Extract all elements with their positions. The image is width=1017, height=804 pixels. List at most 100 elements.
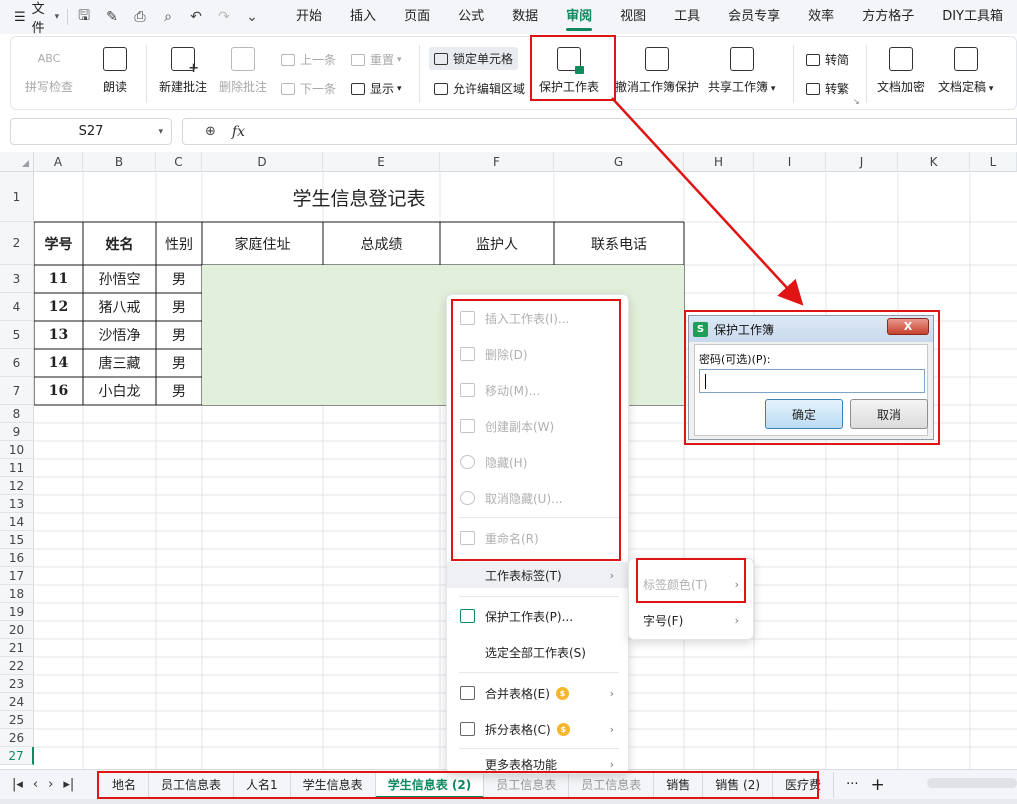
read-aloud-button[interactable]: 朗读 <box>103 47 127 95</box>
sheet-tab[interactable]: 医疗费 <box>773 771 835 798</box>
tab-data[interactable]: 数据 <box>498 0 552 34</box>
student-name-cell[interactable]: 小白龙 <box>83 377 156 405</box>
row-header[interactable]: 9 <box>0 423 34 441</box>
row-header[interactable]: 1 <box>0 172 34 222</box>
first-sheet-icon[interactable]: |◂ <box>12 777 23 792</box>
spell-check-button[interactable]: ABC 拼写检查 <box>25 47 73 95</box>
formula-bar[interactable]: ⊕ fx <box>182 118 1017 145</box>
empty-input-cell[interactable] <box>554 265 684 293</box>
empty-input-cell[interactable] <box>323 377 440 405</box>
tab-ffgz[interactable]: 方方格子 <box>848 0 928 34</box>
redo-icon[interactable]: ↷ <box>216 9 232 25</box>
table-header-cell[interactable]: 性别 <box>156 222 202 265</box>
student-name-cell[interactable]: 唐三藏 <box>83 349 156 377</box>
allow-edit-range-button[interactable]: 允许编辑区域 <box>434 80 525 97</box>
empty-input-cell[interactable] <box>323 321 440 349</box>
to-simplified-button[interactable]: 转简 <box>806 51 849 68</box>
last-sheet-icon[interactable]: ▸| <box>63 777 74 792</box>
menu-item-merge-tables[interactable]: 合并表格(E) $ › <box>447 680 630 706</box>
doc-encrypt-button[interactable]: 文档加密 <box>877 47 925 95</box>
empty-input-cell[interactable] <box>202 321 323 349</box>
student-id-cell[interactable]: 16 <box>34 377 83 405</box>
student-name-cell[interactable]: 猪八戒 <box>83 293 156 321</box>
empty-input-cell[interactable] <box>202 349 323 377</box>
show-comments-button[interactable]: 显示 ▾ <box>351 80 402 97</box>
menu-item-rename[interactable]: 重命名(R) <box>447 525 630 551</box>
row-header[interactable]: 18 <box>0 585 34 603</box>
sheet-tab[interactable]: 销售 <box>654 771 704 798</box>
protect-sheet-button[interactable]: 保护工作表 <box>539 47 599 95</box>
customize-toolbar-chevron-icon[interactable]: ⌄ <box>244 9 260 25</box>
student-gender-cell[interactable]: 男 <box>156 377 202 405</box>
column-header[interactable]: H <box>684 152 754 172</box>
empty-input-cell[interactable] <box>323 265 440 293</box>
ok-button[interactable]: 确定 <box>765 399 843 429</box>
student-id-cell[interactable]: 11 <box>34 265 83 293</box>
menu-item-delete[interactable]: 删除(D) <box>447 341 630 367</box>
sheet-tab[interactable]: 人名1 <box>234 771 291 798</box>
row-header[interactable]: 10 <box>0 441 34 459</box>
sheet-tab[interactable]: 销售 (2) <box>703 771 774 798</box>
empty-input-cell[interactable] <box>202 265 323 293</box>
tab-home[interactable]: 开始 <box>282 0 336 34</box>
save-icon[interactable]: 🖫 <box>76 5 92 29</box>
menu-item-hide[interactable]: 隐藏(H) <box>447 449 630 475</box>
row-header[interactable]: 20 <box>0 621 34 639</box>
row-header[interactable]: 15 <box>0 531 34 549</box>
dialog-launcher-icon[interactable]: ↘ <box>853 97 860 106</box>
table-header-cell[interactable]: 姓名 <box>83 222 156 265</box>
more-sheets-button[interactable]: ··· <box>846 777 858 792</box>
empty-input-cell[interactable] <box>202 377 323 405</box>
row-header[interactable]: 25 <box>0 711 34 729</box>
column-header[interactable]: J <box>826 152 898 172</box>
name-box[interactable]: S27 ▾ <box>10 118 172 145</box>
student-gender-cell[interactable]: 男 <box>156 265 202 293</box>
student-id-cell[interactable]: 14 <box>34 349 83 377</box>
student-id-cell[interactable]: 13 <box>34 321 83 349</box>
row-header[interactable]: 8 <box>0 405 34 423</box>
table-header-cell[interactable]: 总成绩 <box>323 222 440 265</box>
doc-finalize-button[interactable]: 文档定稿 ▾ <box>938 47 993 95</box>
row-header[interactable]: 14 <box>0 513 34 531</box>
lock-cell-button[interactable]: 锁定单元格 <box>429 47 519 70</box>
share-workbook-button[interactable]: 共享工作簿 ▾ <box>708 47 775 95</box>
row-header[interactable]: 12 <box>0 477 34 495</box>
next-comment-button[interactable]: 下一条 <box>281 80 336 97</box>
print-preview-icon[interactable]: ⌕ <box>160 9 176 25</box>
prev-comment-button[interactable]: 上一条 <box>281 51 336 68</box>
cancel-button[interactable]: 取消 <box>850 399 928 429</box>
row-header[interactable]: 19 <box>0 603 34 621</box>
tab-tools[interactable]: 工具 <box>660 0 714 34</box>
column-header[interactable]: F <box>440 152 554 172</box>
row-header[interactable]: 2 <box>0 222 34 265</box>
tab-member[interactable]: 会员专享 <box>714 0 794 34</box>
student-name-cell[interactable]: 沙悟净 <box>83 321 156 349</box>
table-header-cell[interactable]: 家庭住址 <box>202 222 323 265</box>
unprotect-workbook-button[interactable]: 撤消工作簿保护 <box>615 47 699 95</box>
menu-item-copy[interactable]: 创建副本(W) <box>447 413 630 439</box>
zoom-icon[interactable]: ⊕ <box>205 124 216 139</box>
column-header[interactable]: I <box>754 152 826 172</box>
row-header[interactable]: 22 <box>0 657 34 675</box>
column-header[interactable]: D <box>202 152 323 172</box>
table-header-cell[interactable]: 监护人 <box>440 222 554 265</box>
table-header-cell[interactable]: 联系电话 <box>554 222 684 265</box>
student-id-cell[interactable]: 12 <box>34 293 83 321</box>
tab-view[interactable]: 视图 <box>606 0 660 34</box>
close-icon[interactable]: X <box>887 318 929 335</box>
menu-item-font-size[interactable]: 字号(F) › <box>629 607 755 633</box>
empty-input-cell[interactable] <box>323 349 440 377</box>
tab-diy-toolbox[interactable]: DIY工具箱 <box>928 0 1017 34</box>
tab-page[interactable]: 页面 <box>390 0 444 34</box>
table-header-cell[interactable]: 学号 <box>34 222 83 265</box>
reset-button[interactable]: 重置 ▾ <box>351 51 402 68</box>
prev-sheet-icon[interactable]: ‹ <box>33 777 38 792</box>
undo-icon[interactable]: ↶ <box>188 9 204 25</box>
row-header[interactable]: 5 <box>0 321 34 349</box>
row-header[interactable]: 7 <box>0 377 34 405</box>
column-header[interactable]: L <box>970 152 1017 172</box>
chevron-down-icon[interactable]: ▾ <box>158 127 163 137</box>
menu-item-select-all-sheets[interactable]: 选定全部工作表(S) <box>447 639 630 665</box>
student-gender-cell[interactable]: 男 <box>156 321 202 349</box>
menu-item-protect-sheet[interactable]: 保护工作表(P)... <box>447 603 630 629</box>
